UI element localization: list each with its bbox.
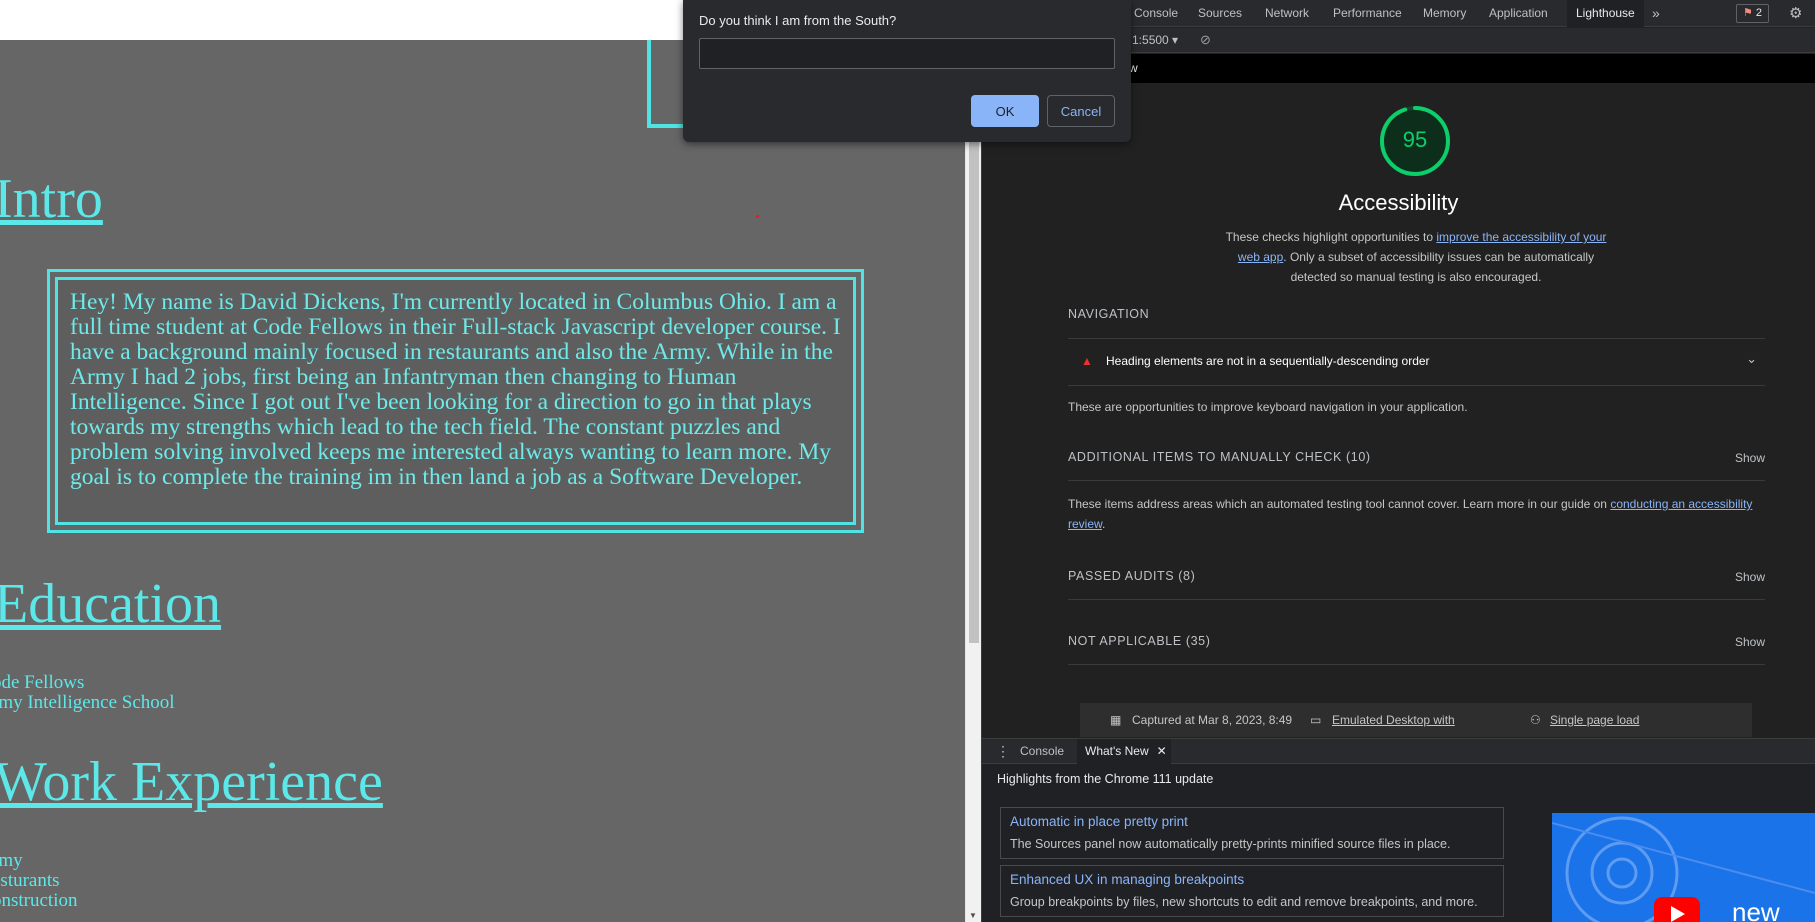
tab-lighthouse[interactable]: Lighthouse xyxy=(1567,0,1644,27)
card-description: Group breakpoints by files, new shortcut… xyxy=(1010,895,1478,909)
cancel-button[interactable]: Cancel xyxy=(1047,95,1115,127)
category-description: These checks highlight opportunities to … xyxy=(1220,227,1612,287)
dialog-input[interactable] xyxy=(699,38,1115,69)
card-title[interactable]: Enhanced UX in managing breakpoints xyxy=(1010,872,1244,887)
video-thumbnail[interactable]: new xyxy=(1552,813,1815,922)
tab-network[interactable]: Network xyxy=(1265,0,1309,27)
manual-note-end: . xyxy=(1102,517,1106,531)
passed-show-toggle[interactable]: Show xyxy=(1735,570,1765,584)
page-load-mode[interactable]: Single page load xyxy=(1550,713,1639,727)
description-text: These checks highlight opportunities to xyxy=(1225,230,1437,244)
dialog-message: Do you think I am from the South? xyxy=(699,13,897,28)
web-page: Intro Hey! My name is David Dickens, I'm… xyxy=(0,40,965,922)
captured-date: Captured at Mar 8, 2023, 8:49 xyxy=(1132,713,1293,727)
issues-count: 2 xyxy=(1755,7,1762,19)
page-scrollbar[interactable]: ▼ xyxy=(965,40,981,922)
education-heading[interactable]: Education xyxy=(0,572,221,636)
drawer-tab-label: What's New xyxy=(1085,744,1149,758)
flag-icon: ⚑ xyxy=(1743,7,1753,19)
prompt-dialog: Do you think I am from the South? OK Can… xyxy=(683,0,1131,142)
divider xyxy=(1068,480,1765,481)
drawer-tab-console[interactable]: Console xyxy=(1020,739,1064,764)
more-tabs-icon[interactable]: » xyxy=(1652,0,1660,27)
manual-note-text: These items address areas which an autom… xyxy=(1068,497,1611,511)
tab-application[interactable]: Application xyxy=(1489,0,1548,27)
list-item: rmy xyxy=(0,850,23,871)
list-item: rmy Intelligence School xyxy=(0,692,175,713)
card-description: The Sources panel now automatically pret… xyxy=(1010,837,1451,851)
category-title: Accessibility xyxy=(1338,190,1459,215)
not-applicable-group-title[interactable]: NOT APPLICABLE (35) xyxy=(1068,634,1210,648)
manual-check-group-title[interactable]: ADDITIONAL ITEMS TO MANUALLY CHECK (10) xyxy=(1068,450,1371,464)
list-item: ode Fellows xyxy=(0,672,85,693)
not-applicable-show-toggle[interactable]: Show xyxy=(1735,635,1765,649)
intro-box: Hey! My name is David Dickens, I'm curre… xyxy=(47,269,864,533)
gear-icon[interactable]: ⚙ xyxy=(1789,4,1802,22)
play-icon[interactable] xyxy=(1654,897,1700,922)
kebab-menu-icon[interactable]: ⋮ xyxy=(996,743,1010,760)
warning-icon: ▲ xyxy=(1081,354,1093,368)
ok-button[interactable]: OK xyxy=(971,95,1039,127)
navigation-note: These are opportunities to improve keybo… xyxy=(1068,400,1468,414)
list-item: onstruction xyxy=(0,890,78,911)
red-dot xyxy=(756,215,759,218)
desktop-icon: ▭ xyxy=(1310,713,1322,727)
tab-memory[interactable]: Memory xyxy=(1423,0,1466,27)
passed-audits-group-title[interactable]: PASSED AUDITS (8) xyxy=(1068,569,1195,583)
list-item: esturants xyxy=(0,870,60,891)
whats-new-card[interactable]: Enhanced UX in managing breakpoints Grou… xyxy=(1000,865,1504,917)
video-label: new xyxy=(1732,897,1780,922)
manual-note: These items address areas which an autom… xyxy=(1068,494,1765,534)
tab-performance[interactable]: Performance xyxy=(1333,0,1402,27)
block-icon[interactable]: ⊘ xyxy=(1200,32,1211,48)
intro-heading[interactable]: Intro xyxy=(0,167,103,231)
description-text-end: . Only a subset of accessibility issues … xyxy=(1283,250,1595,284)
audit-heading-order[interactable]: ▲ Heading elements are not in a sequenti… xyxy=(1068,340,1765,384)
divider xyxy=(1068,599,1765,600)
whats-new-drawer: Highlights from the Chrome 111 update Au… xyxy=(982,765,1815,922)
user-icon: ⚇ xyxy=(1530,713,1541,727)
lighthouse-report: 95 Accessibility These checks highlight … xyxy=(982,83,1815,737)
screen: Intro Hey! My name is David Dickens, I'm… xyxy=(0,0,1815,922)
education-list: ode Fellows rmy Intelligence School xyxy=(0,673,175,713)
whats-new-heading: Highlights from the Chrome 111 update xyxy=(997,772,1214,786)
divider xyxy=(1068,385,1765,386)
card-title[interactable]: Automatic in place pretty print xyxy=(1010,814,1188,829)
report-footer: ▦ Captured at Mar 8, 2023, 8:49 ▭ Emulat… xyxy=(1080,703,1752,737)
emulated-device[interactable]: Emulated Desktop with xyxy=(1332,713,1455,727)
calendar-icon: ▦ xyxy=(1110,713,1122,727)
manual-show-toggle[interactable]: Show xyxy=(1735,451,1765,465)
chevron-down-icon[interactable]: ⌄ xyxy=(1746,351,1757,367)
issues-badge[interactable]: ⚑ 2 xyxy=(1736,4,1769,23)
close-icon[interactable]: ✕ xyxy=(1157,739,1167,764)
drawer-tab-whats-new[interactable]: What's New ✕ xyxy=(1077,739,1171,764)
whats-new-card[interactable]: Automatic in place pretty print The Sour… xyxy=(1000,807,1504,859)
drawer-tab-bar: ⋮ Console What's New ✕ xyxy=(982,738,1815,764)
intro-text: Hey! My name is David Dickens, I'm curre… xyxy=(55,277,856,525)
score-value: 95 xyxy=(1402,127,1428,152)
scroll-down-icon[interactable]: ▼ xyxy=(969,911,977,920)
navigation-group-title: NAVIGATION xyxy=(1068,307,1150,321)
tab-console[interactable]: Console xyxy=(1134,0,1178,27)
divider xyxy=(1068,664,1765,665)
work-list: rmy esturants onstruction xyxy=(0,851,78,911)
audit-title: Heading elements are not in a sequential… xyxy=(1106,354,1430,368)
divider xyxy=(1068,338,1765,339)
tab-sources[interactable]: Sources xyxy=(1198,0,1242,27)
work-experience-heading[interactable]: Work Experience xyxy=(0,750,383,814)
